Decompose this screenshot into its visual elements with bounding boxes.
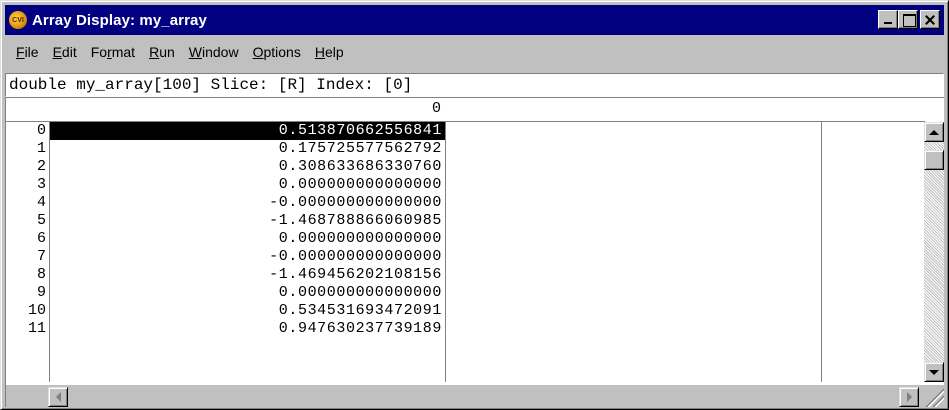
- scroll-right-button[interactable]: [899, 387, 919, 407]
- menu-label-after: elp: [324, 44, 344, 60]
- horizontal-scrollbar[interactable]: [6, 385, 925, 407]
- menu-label-before: Fo: [90, 44, 108, 60]
- menu-accelerator-letter: E: [52, 44, 62, 60]
- arrow-down-icon: [929, 369, 939, 375]
- menu-label-after: indow: [202, 44, 239, 60]
- menu-accelerator-letter: R: [149, 44, 160, 60]
- size-grip[interactable]: [924, 385, 944, 407]
- menu-label-after: mat: [111, 44, 136, 60]
- menu-accelerator-letter: O: [252, 44, 264, 60]
- menu-edit[interactable]: Edit: [46, 44, 84, 60]
- row-index: 0: [36, 122, 46, 139]
- scroll-left-button[interactable]: [48, 387, 68, 407]
- title-bar-buttons: [878, 10, 940, 29]
- scroll-down-button[interactable]: [924, 362, 944, 382]
- close-button[interactable]: [920, 10, 940, 29]
- value-cell[interactable]: 0.947630237739189: [50, 320, 445, 338]
- menu-label-after: dit: [61, 44, 77, 60]
- value-cell[interactable]: -1.468788866060985: [50, 212, 445, 230]
- arrow-up-icon: [929, 129, 939, 135]
- menu-help[interactable]: Help: [308, 44, 351, 60]
- menu-label-after: ile: [24, 44, 39, 60]
- column-header-row: 0: [6, 98, 925, 122]
- value-cell[interactable]: 0.000000000000000: [50, 230, 445, 248]
- menu-format[interactable]: Format: [84, 44, 142, 60]
- value-cell[interactable]: -0.000000000000000: [50, 194, 445, 212]
- menu-label-after: ptions: [263, 44, 301, 60]
- row-index: 6: [36, 230, 46, 247]
- menu-accelerator-letter: F: [16, 44, 25, 60]
- column-header[interactable]: 0: [50, 98, 445, 122]
- value-cell[interactable]: 0.000000000000000: [50, 176, 445, 194]
- empty-column: [446, 122, 822, 382]
- value-cell[interactable]: -1.469456202108156: [50, 266, 445, 284]
- menu-bar: File Edit Format Run Window Options Help: [5, 37, 944, 67]
- vertical-scroll-thumb[interactable]: [924, 150, 944, 170]
- value-cell[interactable]: 0.175725577562792: [50, 140, 445, 158]
- value-column: 0.513870662556841 0.175725577562792 0.3086…: [50, 122, 446, 382]
- value-cell[interactable]: 0.000000000000000: [50, 284, 445, 302]
- row-index: 1: [36, 140, 46, 157]
- row-index: 9: [36, 284, 46, 301]
- menu-options[interactable]: Options: [246, 44, 308, 60]
- maximize-button[interactable]: [898, 10, 918, 29]
- grid-rows: 0 1 2 3 4 5 6 7 8 9 10 11 0.513870662556841 0.175725…: [6, 122, 925, 382]
- menu-file[interactable]: File: [9, 44, 46, 60]
- scroll-up-button[interactable]: [924, 122, 944, 142]
- arrow-right-icon: [906, 392, 912, 402]
- array-grid: 0 0 1 2 3 4 5 6 7 8 9 10 11 0.513870662556841 0.1757…: [5, 97, 944, 407]
- value-cell[interactable]: -0.000000000000000: [50, 248, 445, 266]
- value-cell[interactable]: 0.534531693472091: [50, 302, 445, 320]
- vertical-scrollbar[interactable]: [924, 122, 944, 382]
- row-index: 7: [36, 248, 46, 265]
- row-index: 11: [27, 320, 46, 337]
- array-info-line: double my_array[100] Slice: [R] Index: […: [5, 73, 944, 97]
- row-index: 5: [36, 212, 46, 229]
- menu-accelerator-letter: W: [188, 44, 202, 60]
- window-title: Array Display: my_array: [32, 11, 207, 29]
- cvi-app-icon[interactable]: CVI: [9, 11, 27, 29]
- row-index: 8: [36, 266, 46, 283]
- menu-label-after: un: [159, 44, 175, 60]
- array-display-window: CVI Array Display: my_array File Edit Form…: [0, 0, 949, 410]
- row-index: 10: [27, 302, 46, 319]
- row-index: 2: [36, 158, 46, 175]
- menu-run[interactable]: Run: [142, 44, 182, 60]
- arrow-left-icon: [55, 392, 61, 402]
- menu-window[interactable]: Window: [182, 44, 246, 60]
- row-index-column: 0 1 2 3 4 5 6 7 8 9 10 11: [6, 122, 50, 382]
- minimize-button[interactable]: [878, 10, 898, 29]
- value-cell[interactable]: 0.308633686330760: [50, 158, 445, 176]
- row-index: 3: [36, 176, 46, 193]
- row-index: 4: [36, 194, 46, 211]
- menu-accelerator-letter: H: [314, 44, 325, 60]
- selected-cell[interactable]: 0.513870662556841: [50, 122, 445, 140]
- title-bar[interactable]: CVI Array Display: my_array: [5, 5, 944, 35]
